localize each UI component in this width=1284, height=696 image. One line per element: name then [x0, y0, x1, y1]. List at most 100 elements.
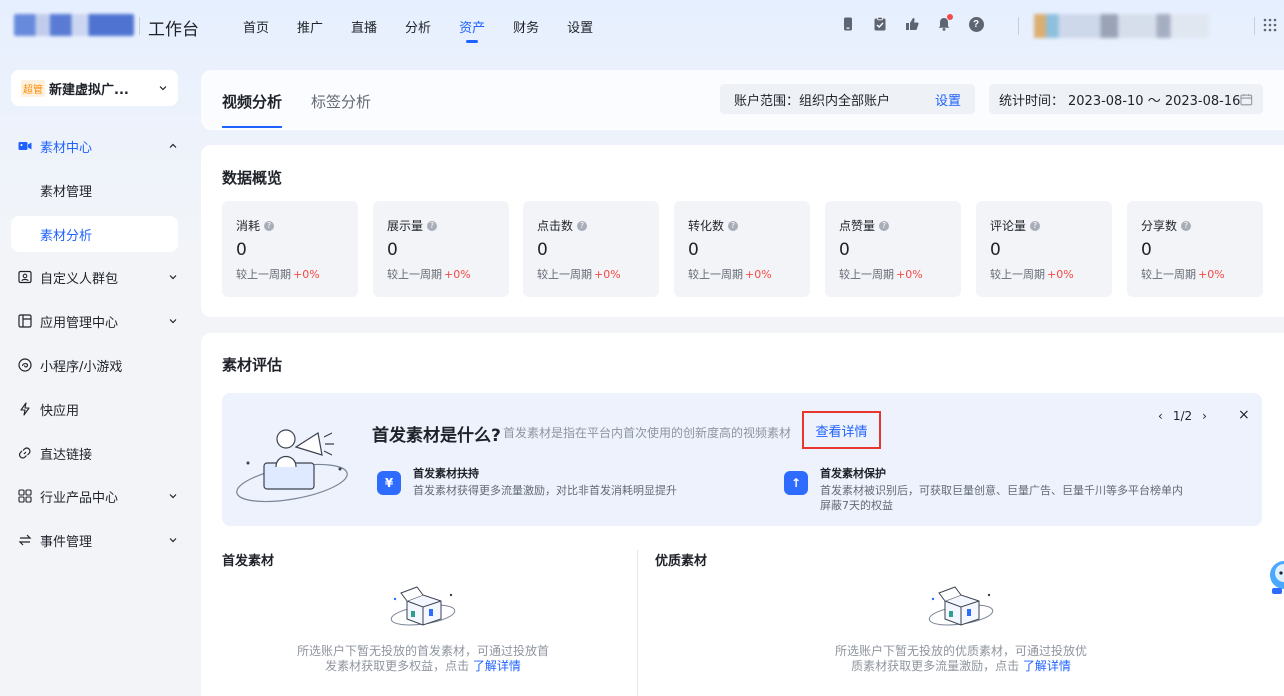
account-scope-label: 账户范围：组织内全部账户 — [734, 93, 891, 109]
assistant-bot-icon[interactable] — [1266, 552, 1284, 598]
thumb-icon[interactable] — [904, 16, 920, 32]
tab-tag-analysis[interactable]: 标签分析 — [311, 91, 371, 112]
active-tab-indicator — [222, 126, 282, 128]
sidebar-item-label: 应用管理中心 — [40, 315, 119, 331]
data-overview-title: 数据概览 — [222, 169, 283, 187]
first-material-title: 首发素材 — [222, 554, 275, 569]
banner-title: 首发素材是什么? — [372, 426, 501, 446]
account-selector[interactable]: 超管 新建虚拟广... — [11, 70, 178, 106]
metric-name: 评论量 — [990, 219, 1027, 233]
account-scope-settings-link[interactable]: 设置 — [935, 90, 961, 109]
sidebar: 超管 新建虚拟广... 素材中心 素材管理 素材分析 自定义人群包 应用管理中心… — [0, 52, 190, 696]
sidebar-subitem-material-analysis[interactable]: 素材分析 — [11, 216, 178, 252]
feature-title: 首发素材保护 — [820, 467, 886, 480]
banner-close-button[interactable]: × — [1238, 407, 1250, 423]
learn-more-link[interactable]: 了解详情 — [1023, 659, 1071, 673]
metric-card: 点赞量? 0 较上一周期 +0% — [825, 201, 961, 297]
info-icon[interactable]: ? — [1181, 220, 1192, 231]
metric-card: 点击数? 0 较上一周期 +0% — [523, 201, 659, 297]
info-icon[interactable]: ? — [577, 220, 588, 231]
sidebar-item-quick-app[interactable]: 快应用 — [18, 398, 178, 420]
grid-apps-icon — [18, 489, 32, 503]
sidebar-item-direct-link[interactable]: 直达链接 — [18, 442, 178, 464]
metric-name: 点赞量 — [839, 219, 876, 233]
empty-state-line: 发素材获取更多权益，点击 — [325, 659, 470, 673]
nav-assets[interactable]: 资产 — [459, 17, 485, 43]
nav-live[interactable]: 直播 — [351, 17, 377, 36]
swap-icon — [18, 533, 32, 547]
help-icon[interactable]: ? — [968, 16, 984, 32]
pager-prev-button[interactable]: ‹ — [1158, 409, 1163, 423]
sidebar-item-label: 快应用 — [40, 403, 80, 419]
sidebar-item-label: 小程序/小游戏 — [40, 359, 123, 375]
pager-next-button[interactable]: › — [1202, 409, 1207, 423]
metric-value: 0 — [1141, 240, 1152, 260]
learn-more-link[interactable]: 了解详情 — [473, 659, 521, 673]
data-overview-card: 数据概览 消耗? 0 较上一周期 +0% 展示量? 0 较上一周期 +0% 点击数?… — [201, 145, 1284, 317]
megaphone-illustration-icon — [236, 429, 348, 503]
view-details-link[interactable]: 查看详情 — [815, 421, 867, 440]
header-icons: ? — [840, 14, 984, 32]
date-label: 统计时间： — [999, 93, 1065, 109]
metric-value: 0 — [688, 240, 699, 260]
metric-compare-label: 较上一周期 — [1141, 268, 1196, 281]
video-icon — [18, 139, 32, 153]
mini-program-icon — [18, 358, 32, 372]
tab-video-analysis[interactable]: 视频分析 — [222, 91, 282, 112]
nav-settings[interactable]: 设置 — [567, 17, 593, 36]
info-icon[interactable]: ? — [427, 220, 438, 231]
empty-state-line: 所选账户下暂无投放的首发素材，可通过投放首 — [296, 644, 549, 658]
feature-description-line: 首发素材被识别后，可获取巨量创意、巨量广告、巨量千川等多平台榜单内 — [820, 484, 1183, 497]
app-title: 工作台 — [148, 20, 199, 40]
feature-description-line: 屏蔽7天的权益 — [820, 499, 893, 512]
info-icon[interactable]: ? — [879, 220, 890, 231]
account-scope: 账户范围：组织内全部账户 设置 — [720, 84, 975, 114]
sidebar-subitem-material-manage[interactable]: 素材管理 — [11, 172, 178, 208]
feature-title: 首发素材扶持 — [413, 467, 479, 480]
info-icon[interactable]: ? — [1030, 220, 1041, 231]
metric-delta: +0% — [1047, 268, 1074, 281]
nav-promotion[interactable]: 推广 — [297, 17, 323, 36]
clipboard-icon[interactable] — [872, 16, 888, 32]
sidebar-item-material-center[interactable]: 素材中心 — [18, 135, 178, 157]
feature-description: 首发素材获得更多流量激励，对比非首发消耗明显提升 — [413, 484, 677, 497]
sidebar-item-industry-product[interactable]: 行业产品中心 — [18, 485, 178, 507]
app-grid-icon[interactable] — [1263, 18, 1277, 32]
analysis-tabs-card: 视频分析 标签分析 账户范围：组织内全部账户 设置 统计时间： 2023-08-… — [201, 70, 1284, 130]
metric-compare-label: 较上一周期 — [387, 268, 442, 281]
link-icon — [18, 446, 32, 460]
chevron-down-icon — [169, 275, 177, 280]
sidebar-item-custom-audience[interactable]: 自定义人群包 — [18, 266, 178, 288]
nav-analysis[interactable]: 分析 — [405, 17, 431, 36]
help-glyph: ? — [968, 16, 984, 32]
device-icon[interactable] — [840, 16, 856, 32]
pager-indicator: 1/2 — [1172, 409, 1193, 423]
sidebar-item-app-center[interactable]: 应用管理中心 — [18, 310, 178, 332]
account-avatar[interactable] — [1034, 14, 1209, 38]
metric-name: 展示量 — [387, 219, 424, 233]
top-bar: 工作台 首页 推广 直播 分析 资产 财务 设置 ? — [0, 0, 1284, 52]
sidebar-item-event-manage[interactable]: 事件管理 — [18, 529, 178, 551]
date-range-picker[interactable]: 统计时间： 2023-08-10 ～ 2023-08-16 — [989, 84, 1263, 114]
banner-pager: ‹ 1/2 › — [1158, 409, 1207, 423]
chevron-down-icon — [169, 494, 177, 499]
account-name: 新建虚拟广... — [49, 82, 129, 98]
nav-finance[interactable]: 财务 — [513, 17, 539, 36]
metric-delta: +0% — [896, 268, 923, 281]
metric-delta: +0% — [444, 268, 471, 281]
brand-logo[interactable] — [14, 14, 134, 36]
info-icon[interactable]: ? — [728, 220, 739, 231]
sidebar-item-label: 行业产品中心 — [40, 490, 119, 506]
metric-delta: +0% — [1198, 268, 1225, 281]
header-divider — [1018, 17, 1019, 35]
metric-card: 评论量? 0 较上一周期 +0% — [976, 201, 1112, 297]
admin-badge: 超管 — [21, 79, 45, 97]
empty-state-line: 所选账户下暂无投放的优质素材，可通过投放优 — [834, 644, 1087, 658]
first-material-empty-state: 所选账户下暂无投放的首发素材，可通过投放首 发素材获取更多权益，点击 了解详情 — [283, 644, 563, 674]
material-evaluation-card: 素材评估 首发素材是什么? 首发素材是指在平台内首次使用的创新度高的视频素材 查… — [201, 333, 1284, 696]
bell-icon[interactable] — [936, 14, 953, 32]
sidebar-item-mini-program[interactable]: 小程序/小游戏 — [18, 354, 178, 376]
info-icon[interactable]: ? — [264, 220, 275, 231]
nav-home[interactable]: 首页 — [243, 17, 269, 36]
metric-compare-label: 较上一周期 — [537, 268, 592, 281]
